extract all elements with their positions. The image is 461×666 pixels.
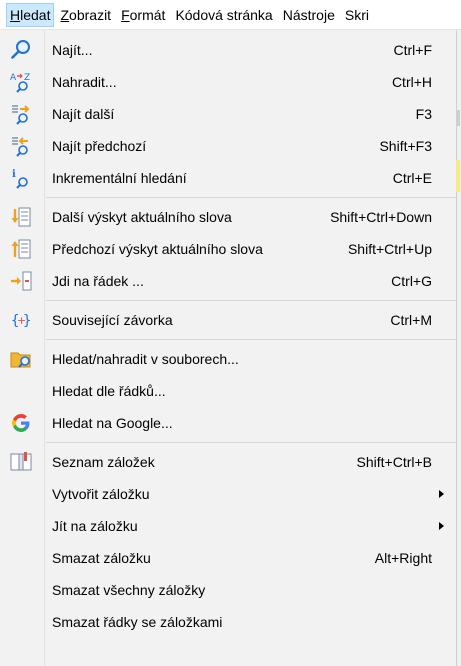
replace-icon: AZ [10,71,32,93]
menu-item-find-in-files-label: Hledat/nahradit v souborech... [52,351,239,367]
menu-item-find-shortcut: Ctrl+F [393,42,433,58]
menu-item-matching-brace-label: Související závorka [52,312,173,328]
svg-text:A: A [10,73,17,83]
menu-item-delete-bookmark[interactable]: Smazat záložku Alt+Right [0,542,456,574]
menu-separator [46,442,456,443]
menu-item-find-previous-label: Najít předchozí [52,138,147,154]
matching-brace-icon: {+} [10,309,32,331]
menu-item-next-word-occurrence[interactable]: Další výskyt aktuálního slova Shift+Ctrl… [0,201,456,233]
submenu-arrow-icon [439,522,444,530]
menu-format-label: ormát [129,6,166,23]
menu-item-delete-bookmarked-lines[interactable]: Smazat řádky se záložkami [0,606,456,638]
menu-zobrazit-label: obrazit [69,6,112,23]
menu-zobrazit-mnemonic: Z [60,6,70,23]
menu-item-bookmark-list[interactable]: Seznam záložek Shift+Ctrl+B [0,446,456,478]
menu-item-find-label: Najít... [52,42,93,58]
menu-item-find-by-lines[interactable]: Hledat dle řádků... [0,375,456,407]
menu-item-find[interactable]: Najít... Ctrl+F [0,34,456,66]
menu-bar: Hledat Zobrazit Formát Kódová stránka Ná… [0,0,461,30]
menu-item-find-previous[interactable]: Najít předchozí Shift+F3 [0,130,456,162]
incremental-search-icon: i [10,167,32,189]
goto-line-icon [10,270,32,292]
menu-item-previous-word-occurrence-label: Předchozí výskyt aktuálního slova [52,241,263,257]
menu-item-search-google-label: Hledat na Google... [52,415,173,431]
menu-item-previous-word-occurrence[interactable]: Předchozí výskyt aktuálního slova Shift+… [0,233,456,265]
svg-text:Z: Z [24,73,30,83]
next-occurrence-icon [10,206,32,228]
svg-text:i: i [12,169,16,180]
menu-item-goto-bookmark[interactable]: Jít na záložku [0,510,456,542]
menu-item-create-bookmark-label: Vytvořit záložku [52,486,150,502]
find-in-files-icon [10,348,32,370]
menu-item-delete-all-bookmarks-label: Smazat všechny záložky [52,582,206,598]
menu-item-goto-bookmark-label: Jít na záložku [52,518,138,534]
menu-item-replace-label: Nahradit... [52,74,117,90]
magnifier-icon [10,39,32,61]
menu-item-incremental-search-label: Inkrementální hledání [52,170,187,186]
menu-skripty[interactable]: Skri [341,3,373,27]
menu-item-find-next[interactable]: Najít další F3 [0,98,456,130]
menu-item-goto-line[interactable]: Jdi na řádek ... Ctrl+G [0,265,456,297]
menu-item-find-by-lines-label: Hledat dle řádků... [52,383,166,399]
find-next-icon [10,103,32,125]
menu-item-goto-line-label: Jdi na řádek ... [52,273,144,289]
menu-item-matching-brace[interactable]: {+} Související závorka Ctrl+M [0,304,456,336]
menu-item-previous-word-occurrence-shortcut: Shift+Ctrl+Up [347,241,432,257]
menu-hledat[interactable]: Hledat [6,2,55,27]
menu-hledat-label: ledat [20,6,51,23]
background-edge-highlight [456,160,460,192]
menu-kodova-stranka[interactable]: Kódová stránka [171,3,276,27]
menu-item-delete-bookmarked-lines-label: Smazat řádky se záložkami [52,614,223,630]
google-icon [10,412,32,434]
submenu-arrow-icon [439,490,444,498]
menu-item-find-in-files[interactable]: Hledat/nahradit v souborech... [0,343,456,375]
menu-item-next-word-occurrence-shortcut: Shift+Ctrl+Down [330,209,432,225]
menu-item-find-next-label: Najít další [52,106,115,122]
menu-item-create-bookmark[interactable]: Vytvořit záložku [0,478,456,510]
menu-hledat-mnemonic: H [10,6,21,23]
menu-separator [46,197,456,198]
bookmark-list-icon [10,451,32,473]
menu-item-search-google[interactable]: Hledat na Google... [0,407,456,439]
menu-item-delete-bookmark-label: Smazat záložku [52,550,151,566]
menu-item-incremental-search-shortcut: Ctrl+E [392,170,432,186]
previous-occurrence-icon [10,238,32,260]
menu-item-replace-shortcut: Ctrl+H [391,74,432,90]
menu-item-bookmark-list-shortcut: Shift+Ctrl+B [356,454,432,470]
svg-text:}: } [23,313,31,329]
menu-item-find-previous-shortcut: Shift+F3 [379,138,432,154]
menu-item-next-word-occurrence-label: Další výskyt aktuálního slova [52,209,232,225]
menu-zobrazit[interactable]: Zobrazit [56,3,115,27]
menu-separator [46,339,456,340]
menu-item-incremental-search[interactable]: i Inkrementální hledání Ctrl+E [0,162,456,194]
menu-format[interactable]: Formát [117,3,169,27]
menu-item-replace[interactable]: AZ Nahradit... Ctrl+H [0,66,456,98]
menu-item-goto-line-shortcut: Ctrl+G [391,273,432,289]
menu-item-delete-all-bookmarks[interactable]: Smazat všechny záložky [0,574,456,606]
background-edge-mark [456,110,460,126]
hledat-dropdown-menu: Najít... Ctrl+F AZ Nahradit... Ctrl+H Na… [0,30,460,666]
menu-item-find-next-shortcut: F3 [415,106,432,122]
menu-item-bookmark-list-label: Seznam záložek [52,454,155,470]
menu-item-matching-brace-shortcut: Ctrl+M [390,312,432,328]
menu-nastroje[interactable]: Nástroje [279,3,339,27]
find-previous-icon [10,135,32,157]
menu-format-mnemonic: F [121,6,130,23]
menu-item-delete-bookmark-shortcut: Alt+Right [374,550,432,566]
menu-separator [46,300,456,301]
